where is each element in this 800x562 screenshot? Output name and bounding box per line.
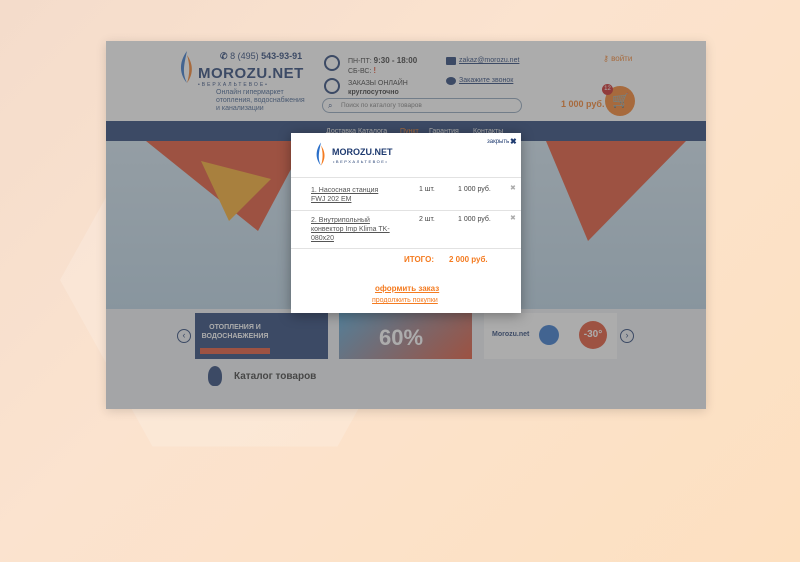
total-value: 2 000 руб.: [449, 255, 488, 264]
cart-item-qty: 2 шт.: [419, 216, 435, 223]
cart-item-price: 1 000 руб.: [458, 216, 491, 223]
checkout-button[interactable]: оформить заказ: [375, 284, 439, 293]
cart-item-name[interactable]: 1. Насосная станция FWJ 202 EM: [311, 186, 391, 204]
modal-brand-subtitle: •ВЕРХАЛЬТЕВОЕ•: [333, 159, 389, 164]
close-icon[interactable]: ✖: [510, 137, 517, 146]
close-button[interactable]: закрыть: [487, 139, 509, 145]
remove-item-icon[interactable]: ✖: [510, 214, 516, 222]
modal-brand: MOROZU.NET: [332, 147, 393, 157]
cart-item-qty: 1 шт.: [419, 186, 435, 193]
total-label: ИТОГО:: [404, 255, 434, 264]
continue-shopping-link[interactable]: продолжить покупки: [372, 297, 438, 304]
cart-modal: MOROZU.NET •ВЕРХАЛЬТЕВОЕ• закрыть ✖ 1. Н…: [291, 133, 521, 313]
modal-logo-icon: [316, 142, 325, 166]
cart-item-name[interactable]: 2. Внутрипольный конвектор Imp Klima TK-…: [311, 216, 391, 243]
remove-item-icon[interactable]: ✖: [510, 184, 516, 192]
cart-row: 2. Внутрипольный конвектор Imp Klima TK-…: [291, 210, 521, 249]
divider: [291, 248, 521, 249]
cart-item-price: 1 000 руб.: [458, 186, 491, 193]
cart-row: 1. Насосная станция FWJ 202 EM 1 шт. 1 0…: [291, 177, 521, 211]
